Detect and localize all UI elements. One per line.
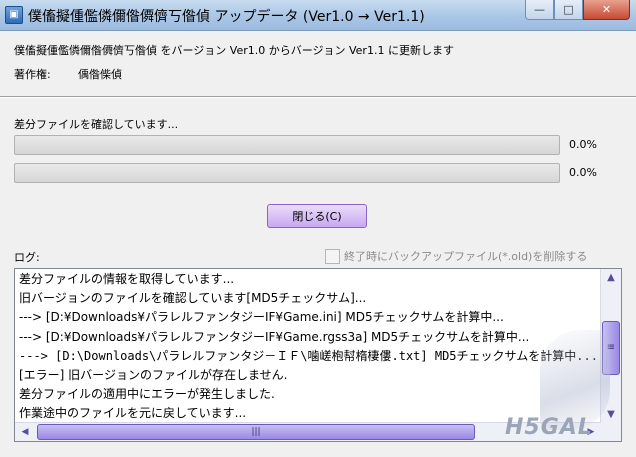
- window-controls: — □ ✕: [525, 0, 630, 20]
- checkbox-box[interactable]: [325, 248, 340, 264]
- log-label: ログ:: [14, 251, 40, 264]
- maximize-button[interactable]: □: [554, 0, 583, 20]
- horizontal-scroll-thumb[interactable]: |||: [37, 424, 475, 440]
- scroll-left-icon[interactable]: ◀: [17, 423, 33, 441]
- log-line: ---> [D:\Downloads\パラレルファンタジ－ＩＦ\噛嵯枹幇楕棲僂.…: [19, 348, 598, 363]
- app-icon: ▣: [5, 6, 23, 24]
- progress-percent-2: 0.0%: [569, 166, 597, 179]
- log-lines: 差分ファイルの情報を取得しています... 旧バージョンのファイルを確認しています…: [19, 270, 598, 424]
- minimize-button[interactable]: —: [525, 0, 554, 20]
- checkbox-label: 終了時にバックアップファイル(*.old)を削除する: [344, 250, 588, 263]
- progress-percent-1: 0.0%: [569, 138, 597, 151]
- author-label: 著作権:: [14, 68, 51, 81]
- author-value: 偊偺偨偵: [78, 68, 122, 81]
- watermark-logo: H5GAL: [505, 415, 593, 440]
- progress-bar-1: [14, 135, 560, 155]
- title-bar[interactable]: ▣ 僕傗擬偅儖僯儞偺僲儕丂偺偵 アップデータ (Ver1.0 → Ver1.1)…: [0, 0, 636, 31]
- log-line: 旧バージョンのファイルを確認しています[MD5チェックサム]...: [19, 291, 367, 306]
- separator: [0, 96, 636, 98]
- progress-bar-2: [14, 163, 560, 183]
- log-line: ---> [D:¥Downloads¥パラレルファンタジーIF¥Game.ini…: [19, 310, 504, 325]
- log-line: ---> [D:¥Downloads¥パラレルファンタジーIF¥Game.rgs…: [19, 329, 530, 344]
- window-title: 僕傗擬偅儖僯儞偺僲儕丂偺偵 アップデータ (Ver1.0 → Ver1.1): [28, 9, 425, 25]
- status-text: 差分ファイルを確認しています...: [14, 118, 179, 131]
- log-line: 差分ファイルの適用中にエラーが発生しました.: [19, 387, 275, 402]
- update-message: 僕傗擬偅儖僯儞偺僲儕丂偺偵 をバージョン Ver1.0 からバージョン Ver1…: [14, 44, 454, 57]
- backup-delete-checkbox[interactable]: 終了時にバックアップファイル(*.old)を削除する: [325, 248, 587, 264]
- log-line: 差分ファイルの情報を取得しています...: [19, 272, 235, 286]
- close-button[interactable]: 閉じる(C): [267, 204, 367, 228]
- scrollbar-corner: [601, 423, 621, 441]
- close-window-button[interactable]: ✕: [583, 0, 630, 20]
- log-line: [エラー] 旧バージョンのファイルが存在しません.: [19, 367, 288, 382]
- scroll-up-icon[interactable]: ▲: [602, 269, 620, 286]
